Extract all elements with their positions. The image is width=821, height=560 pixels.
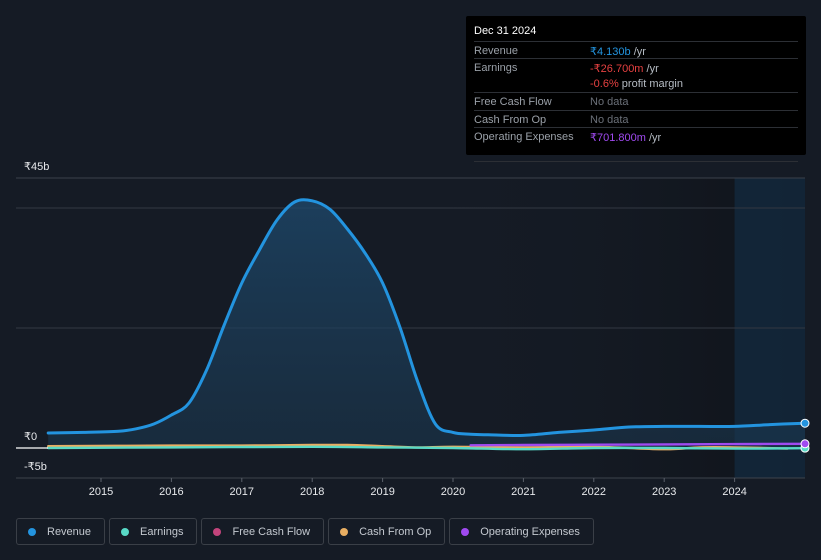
tooltip-row: -0.6% profit margin <box>474 75 798 92</box>
x-tick-label: 2024 <box>722 486 746 498</box>
tooltip-row-value: ₹701.800m <box>590 132 646 144</box>
legend-item-revenue[interactable]: Revenue <box>16 518 106 545</box>
tooltip-row-unit: profit margin <box>618 78 683 90</box>
tooltip-row-value: No data <box>590 96 629 108</box>
x-tick-label: 2019 <box>370 486 394 498</box>
x-tick-label: 2018 <box>300 486 324 498</box>
series-line-operating-expenses <box>469 442 807 447</box>
x-tick-label: 2016 <box>159 486 183 498</box>
legend-label: Free Cash Flow <box>232 525 311 538</box>
y-tick-label: ₹0 <box>24 431 37 443</box>
tooltip-row: Operating Expenses ₹701.800m /yr <box>474 127 798 145</box>
legend-dot-icon <box>28 527 36 536</box>
legend-label: Earnings <box>140 525 184 538</box>
tooltip-row-unit: /yr <box>630 46 646 58</box>
tooltip-row-label: Revenue <box>474 45 519 57</box>
tooltip-row: Revenue ₹4.130b /yr <box>474 41 798 59</box>
legend-item-operating-expenses[interactable]: Operating Expenses <box>449 518 594 545</box>
series-line-earnings <box>47 445 807 451</box>
tooltip-row: Cash From Op No data <box>474 110 798 128</box>
legend-dot-icon <box>213 527 222 536</box>
y-tick-label: -₹5b <box>24 461 47 473</box>
legend-dot-icon <box>121 527 130 536</box>
x-tick-label: 2017 <box>230 486 254 498</box>
chart-legend: Revenue Earnings Free Cash Flow Cash From O… <box>16 518 594 545</box>
x-tick-label: 2021 <box>511 486 535 498</box>
tooltip-row-label: Free Cash Flow <box>474 96 552 108</box>
tooltip-row-value: -0.6% <box>590 78 619 90</box>
x-tick-label: 2022 <box>582 486 606 498</box>
tooltip-row: Earnings -₹26.700m /yr <box>474 58 798 76</box>
legend-dot-icon <box>340 527 349 536</box>
tooltip-row-unit: /yr <box>645 132 662 144</box>
tooltip: Dec 31 2024 Revenue ₹4.130b /yr Earnings -₹… <box>466 16 806 162</box>
legend-item-free-cash-flow[interactable]: Free Cash Flow <box>201 518 325 545</box>
tooltip-row-unit: /yr <box>643 63 659 75</box>
legend-label: Revenue <box>47 525 92 538</box>
tooltip-row-value: -₹26.700m <box>590 63 644 75</box>
tooltip-row-value: No data <box>590 114 629 126</box>
tooltip-row-label: Cash From Op <box>474 114 547 126</box>
legend-label: Cash From Op <box>359 525 432 538</box>
y-tick-label: ₹45b <box>24 161 49 173</box>
tooltip-row-value: ₹4.130b <box>590 46 631 58</box>
tooltip-row-label: Operating Expenses <box>474 131 574 143</box>
end-marker-revenue <box>800 418 810 428</box>
legend-label: Operating Expenses <box>480 525 580 538</box>
end-marker-operating-expenses <box>800 439 810 449</box>
x-tick-label: 2015 <box>89 486 113 498</box>
legend-dot-icon <box>461 527 470 536</box>
tooltip-date: Dec 31 2024 <box>474 25 537 37</box>
legend-item-cash-from-op[interactable]: Cash From Op <box>328 518 446 545</box>
x-tick-label: 2023 <box>652 486 676 498</box>
tooltip-row-label: Earnings <box>474 62 518 74</box>
x-tick-label: 2020 <box>441 486 465 498</box>
tooltip-row: Free Cash Flow No data <box>474 92 798 110</box>
legend-item-earnings[interactable]: Earnings <box>109 518 198 545</box>
tooltip-divider <box>474 161 798 162</box>
